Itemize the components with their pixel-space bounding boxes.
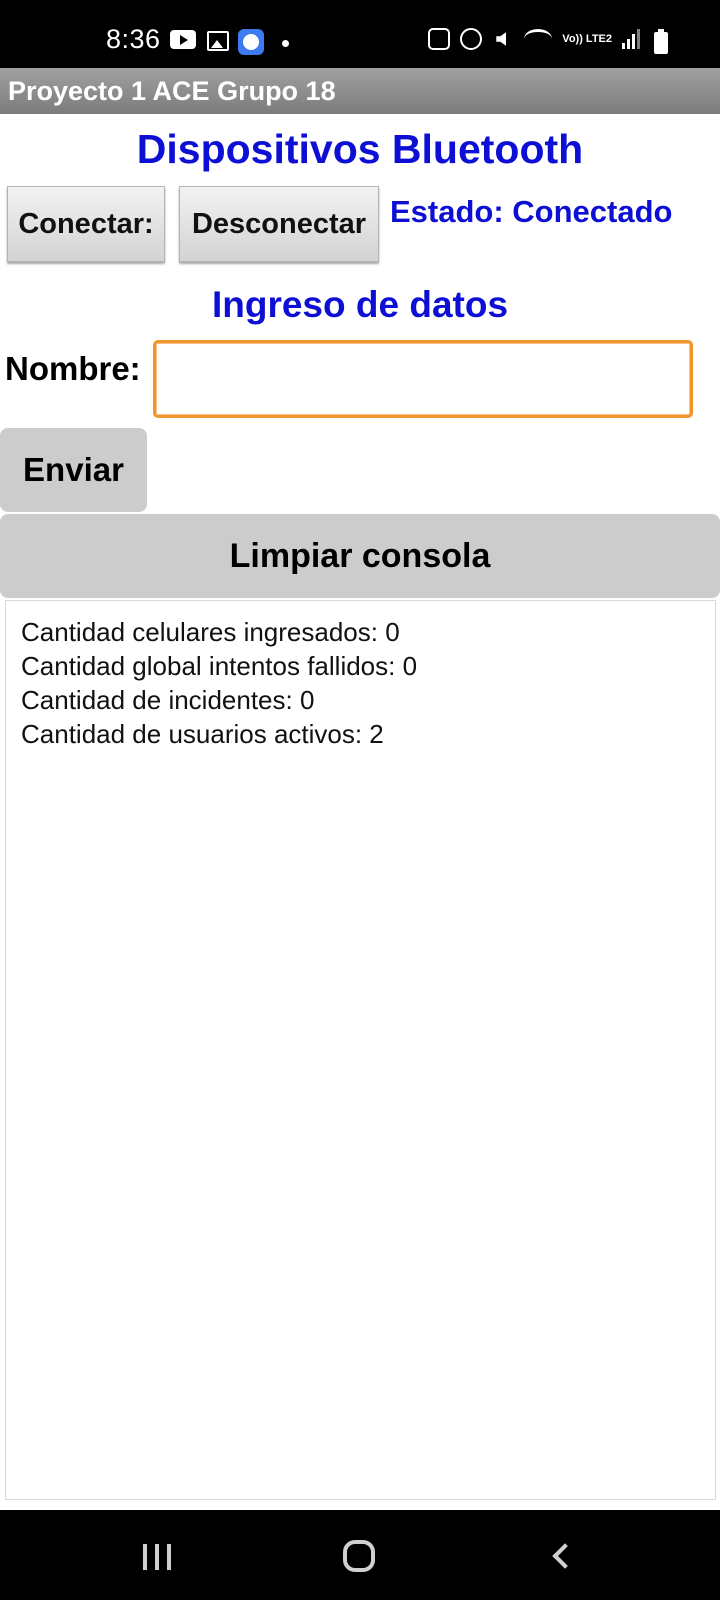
disconnect-button[interactable]: Desconectar: [179, 186, 379, 262]
wifi-icon: [524, 29, 553, 49]
console-line: Cantidad celulares ingresados: 0: [21, 617, 400, 647]
back-icon[interactable]: [552, 1543, 578, 1569]
status-bar: 8:36 Vo)) LTE2: [0, 0, 720, 68]
status-right-icons: Vo)) LTE2: [428, 28, 672, 50]
network-label: Vo)) LTE2: [562, 32, 612, 45]
navigation-bar: [0, 1510, 720, 1600]
youtube-icon: [170, 30, 196, 49]
app-title-bar: Proyecto 1 ACE Grupo 18: [0, 68, 720, 114]
signal-icon: [622, 29, 640, 49]
clear-console-button[interactable]: Limpiar consola: [0, 514, 720, 598]
home-icon[interactable]: [343, 1540, 375, 1572]
name-input[interactable]: [153, 340, 693, 418]
name-label: Nombre:: [5, 350, 141, 387]
connection-status: Estado: Conectado: [390, 194, 673, 229]
status-time: 8:36: [106, 24, 161, 54]
app-title: Proyecto 1 ACE Grupo 18: [8, 76, 336, 106]
send-button[interactable]: Enviar: [0, 428, 147, 512]
alarm-icon: [460, 28, 483, 50]
mute-icon: [492, 28, 514, 50]
battery-icon: [654, 29, 668, 54]
connect-button[interactable]: Conectar:: [7, 186, 165, 262]
console-line: Cantidad global intentos fallidos: 0: [21, 651, 418, 681]
bluetooth-heading: Dispositivos Bluetooth: [136, 126, 584, 172]
console-line: Cantidad de usuarios activos: 2: [21, 719, 384, 749]
console-output[interactable]: Cantidad celulares ingresados: 0 Cantida…: [5, 600, 716, 1500]
messenger-icon: [238, 29, 264, 55]
recents-icon[interactable]: [143, 1544, 171, 1570]
gallery-icon: [207, 31, 229, 51]
data-entry-heading: Ingreso de datos: [211, 284, 509, 325]
recycle-icon: [428, 28, 451, 50]
dot-icon: [282, 40, 289, 47]
console-line: Cantidad de incidentes: 0: [21, 685, 315, 715]
